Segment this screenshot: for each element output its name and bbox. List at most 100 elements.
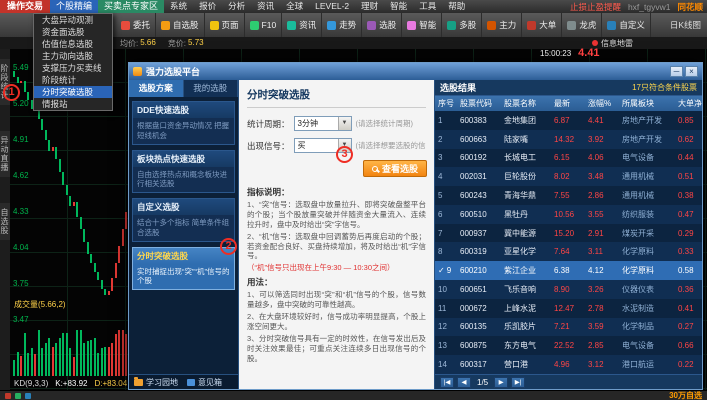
annotation-step-1: 1 (3, 84, 20, 101)
result-row[interactable]: 8 600319 亚星化学 7.64 3.11 化学原料 0.33 (435, 242, 702, 262)
toolbar-button[interactable]: F10 (245, 13, 283, 37)
period-row: 统计周期： 3分钟 ▼ (请选择统计周期) (247, 116, 426, 131)
sidebar-tab[interactable]: 自选股 (0, 203, 10, 240)
result-row[interactable]: 3 600192 长城电工 6.15 4.06 电气设备 0.44 (435, 148, 702, 168)
menu-item[interactable]: 理财 (355, 0, 384, 13)
first-page-button[interactable]: |◀ (440, 376, 454, 388)
toolbar-button[interactable]: 主力 (482, 13, 523, 37)
candlestick (90, 253, 92, 264)
menu-item[interactable]: 个股精编 (50, 0, 99, 13)
scheme-card[interactable]: 分时突破选股 实时捕捉出现“突”“机”信号的个股 (132, 246, 235, 290)
dropdown-item[interactable]: 阶段统计 (34, 74, 112, 86)
study-link[interactable]: 学习园地 (134, 376, 178, 388)
dropdown-item[interactable]: 情报站 (34, 98, 112, 110)
candlestick (23, 81, 26, 92)
result-row[interactable]: 2 600663 陆家嘴 14.32 3.92 房地产开发 0.62 (435, 129, 702, 149)
dialog-titlebar[interactable]: 强力选股平台 ─ × (129, 63, 702, 80)
sidebar-tab[interactable]: 异动直播 (0, 131, 10, 177)
result-row[interactable]: 12 600135 乐凯胶片 7.21 3.59 化学制品 0.27 (435, 317, 702, 337)
result-row[interactable]: 6 600510 黑牡丹 10.56 3.55 纺织服装 0.47 (435, 204, 702, 224)
menu-item[interactable]: 工具 (413, 0, 442, 13)
toolbar-icon (607, 20, 617, 30)
menu-item[interactable]: LEVEL-2 (309, 0, 355, 13)
menu-item[interactable]: 全球 (280, 0, 309, 13)
volume-bar (121, 330, 124, 376)
toolbar-button[interactable]: 智能 (402, 13, 443, 37)
toolbar-button[interactable]: 多股 (442, 13, 483, 37)
result-row[interactable]: 7 000937 冀中能源 15.20 2.91 煤炭开采 0.29 (435, 223, 702, 243)
toolbar-button[interactable]: 大单 (522, 13, 563, 37)
scheme-desc: 实时捕捉出现“突”“机”信号的个股 (137, 266, 230, 286)
volume-bar (48, 338, 50, 376)
result-row[interactable]: 5 600243 青海华鼎 7.55 2.86 通用机械 0.38 (435, 186, 702, 205)
toolbar-button[interactable]: 委托 (116, 13, 157, 37)
mailbox-icon (187, 378, 195, 386)
menu-items: 个股精编 买卖点专家区 系统 报价 分析 资讯 全球 LEVEL-2 理财 智能 工具 帮助 (50, 0, 471, 13)
candlestick (65, 184, 68, 196)
infobar-stats: 均价: 5.66 竞价: 5.73 (120, 38, 204, 49)
toolbar-button[interactable]: 自选股 (156, 13, 205, 37)
chevron-down-icon[interactable]: ▼ (337, 117, 351, 130)
last-page-button[interactable]: ▶| (511, 376, 526, 388)
app-root: { "menubar": { "trade_button": "操作交易", "… (0, 0, 707, 400)
dialog-tab[interactable]: 我的选股 (183, 80, 238, 97)
close-button[interactable]: × (685, 66, 698, 77)
menu-item[interactable]: 报价 (193, 0, 222, 13)
volume-bar (90, 340, 92, 376)
toolbar-icon (367, 20, 377, 30)
toolbar-button[interactable]: 龙虎 (562, 13, 603, 37)
toolbar-button[interactable]: 页面 (205, 13, 245, 37)
watchlist-promo-button[interactable]: 30万自选 (669, 390, 702, 400)
result-row[interactable]: 4 002031 巨轮股份 8.02 3.48 通用机械 0.51 (435, 167, 702, 187)
result-row[interactable]: 14 600317 营口港 4.96 3.12 港口航运 0.22 (435, 355, 702, 374)
toolbar-label: 走势 (339, 20, 357, 30)
dropdown-item[interactable]: 分时突破选股 (34, 86, 112, 98)
scheme-desc: 结合十多个指标 简单条件组合选股 (137, 218, 230, 237)
menu-item[interactable]: 资讯 (251, 0, 280, 13)
candlestick (111, 278, 113, 291)
period-label: 统计周期： (247, 118, 290, 129)
trade-menu-button[interactable]: 操作交易 (0, 0, 51, 13)
minimize-button[interactable]: ─ (670, 66, 683, 77)
dropdown-item[interactable]: 主力动向选股 (34, 50, 112, 62)
info-stat: 竞价: 5.73 (167, 37, 204, 48)
scheme-card[interactable]: DDE快速选股 根据盘口资金异动情况 把握短线机会 (132, 101, 235, 145)
scheme-card[interactable]: 板块热点快速选股 自由选择热点和概念板块进行相关选股 (132, 149, 235, 193)
volume-bar (107, 346, 110, 376)
toolbar-button[interactable]: 自定义 (602, 13, 651, 37)
prev-page-button[interactable]: ◀ (457, 376, 471, 388)
dropdown-item[interactable]: 资金面选股 (34, 26, 112, 38)
toolbar-button[interactable]: 走势 (322, 13, 363, 37)
menu-item[interactable]: 帮助 (442, 0, 471, 13)
alert-dot-icon (592, 40, 598, 46)
candlestick (51, 146, 54, 151)
toolbar-label: 自定义 (619, 20, 645, 30)
menu-item[interactable]: 系统 (164, 0, 193, 13)
result-row[interactable]: 11 000672 上峰水泥 12.47 2.78 水泥制造 0.41 (435, 298, 702, 318)
dialog-tab[interactable]: 选股方案 (129, 80, 184, 97)
feedback-link[interactable]: 意见箱 (187, 377, 222, 388)
toolbar-icon (209, 20, 219, 30)
dropdown-item[interactable]: 支撑压力买卖线 (34, 62, 112, 74)
stop-loss-alert[interactable]: 止损止盈提醒 (570, 1, 621, 13)
dropdown-item[interactable]: 估值信息选股 (34, 38, 112, 50)
period-select[interactable]: 3分钟 ▼ (293, 116, 352, 131)
info-mine[interactable]: 信息地雷 (592, 38, 707, 49)
result-row[interactable]: 13 600875 东方电气 22.52 2.85 电气设备 0.66 (435, 336, 702, 356)
volume-bar (13, 359, 15, 376)
menu-item[interactable]: 买卖点专家区 (98, 0, 165, 13)
dropdown-item[interactable]: 大盘异动观测 (34, 14, 112, 26)
candlestick (83, 229, 85, 243)
next-page-button[interactable]: ▶ (494, 376, 509, 388)
menu-item[interactable]: 分析 (222, 0, 251, 13)
result-row[interactable]: 1 600383 金地集团 6.87 4.41 房地产开发 0.85 (435, 111, 702, 130)
scheme-card[interactable]: 自定义选股 结合十多个指标 简单条件组合选股 (132, 198, 235, 242)
column-header: 涨幅% (588, 99, 612, 108)
result-row[interactable]: 9600210紫江企业6.384.12化学原料0.58 (435, 261, 702, 281)
menu-item[interactable]: 智能 (384, 0, 413, 13)
run-select-button[interactable]: 查看选股 (363, 160, 428, 177)
axis-label: 5.20 (13, 99, 29, 108)
toolbar-button[interactable]: 选股 (362, 13, 403, 37)
result-row[interactable]: 10 600651 飞乐音响 8.90 3.26 仪器仪表 0.36 (435, 280, 702, 299)
toolbar-button[interactable]: 资讯 (282, 13, 323, 37)
